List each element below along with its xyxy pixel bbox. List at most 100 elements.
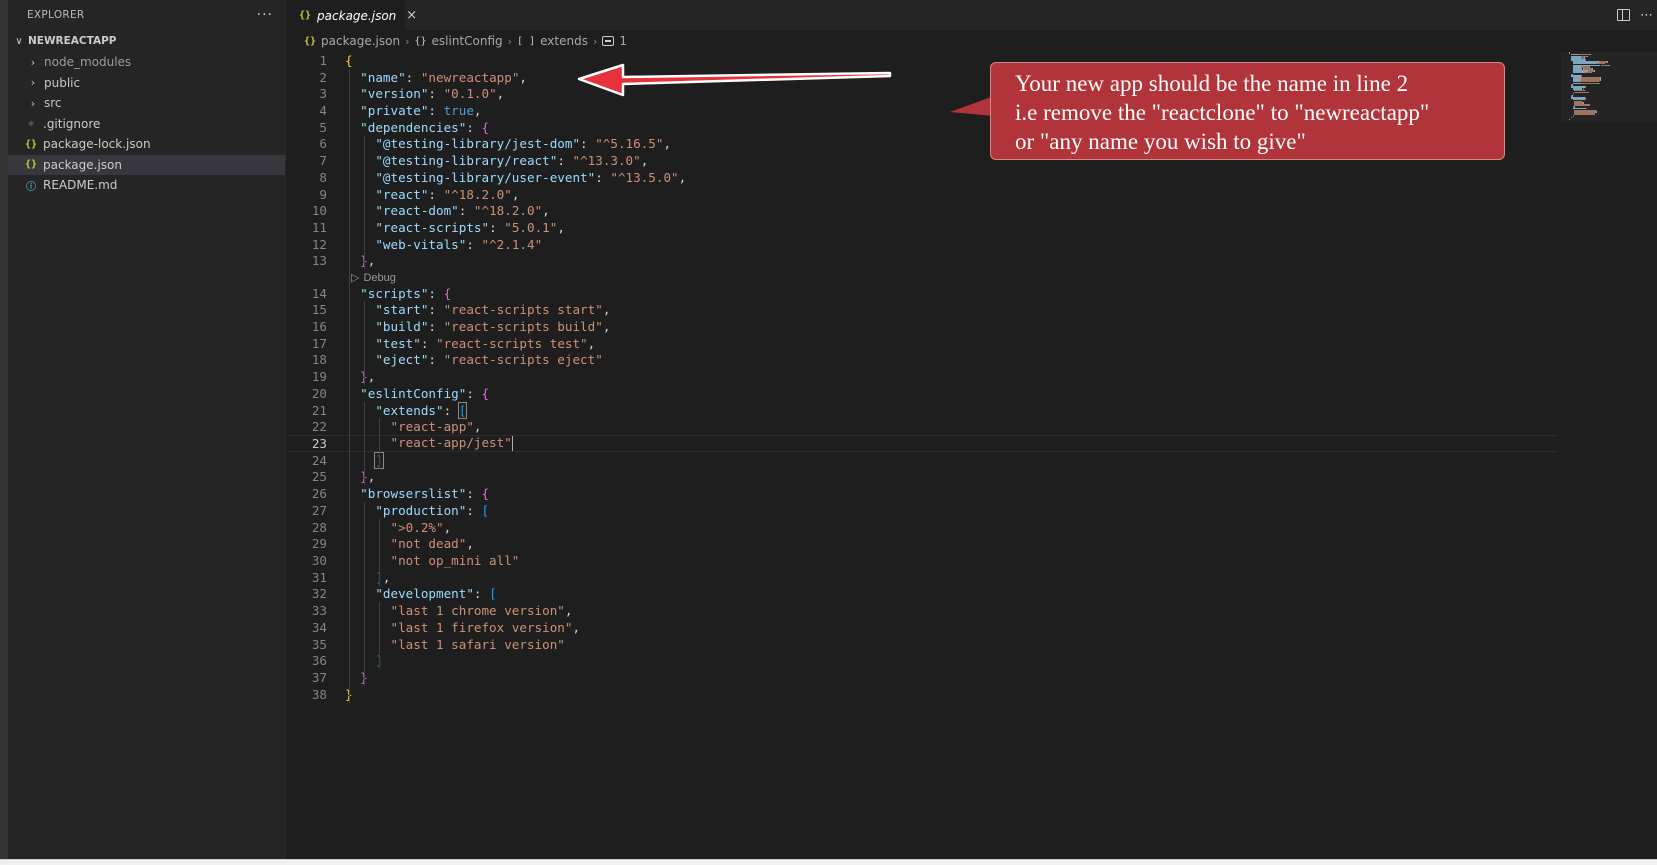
line-content: "development": [ <box>345 586 497 602</box>
code-token: : <box>466 486 482 502</box>
code-token: : <box>420 335 436 351</box>
line-content: "private": true, <box>345 103 481 119</box>
code-line[interactable]: 16 "build": "react-scripts build", <box>287 318 1557 335</box>
more-actions-icon[interactable]: ··· <box>257 8 273 22</box>
code-line[interactable]: 23 "react-app/jest" <box>287 435 1557 452</box>
line-content: "start": "react-scripts start", <box>345 302 610 317</box>
close-icon[interactable]: × <box>406 8 417 23</box>
code-token: , <box>511 186 520 202</box>
code-line[interactable]: 28 ">0.2%", <box>287 519 1557 536</box>
code-token: "browserslist" <box>345 486 467 502</box>
code-token: : <box>473 586 490 602</box>
tab-package-json[interactable]: {} package.json × <box>287 0 417 30</box>
play-icon: ▷ <box>351 272 360 285</box>
line-content: "react-dom": "^18.2.0", <box>345 203 549 219</box>
code-line[interactable]: 18 "eject": "react-scripts eject" <box>287 352 1557 369</box>
code-token: : <box>428 103 444 119</box>
code-token: , <box>602 302 611 318</box>
code-token: "@testing-library/react" <box>345 153 558 169</box>
code-line[interactable]: 29 "not dead", <box>287 535 1557 552</box>
debug-codelens[interactable]: ▷ Debug <box>351 270 396 285</box>
code-line[interactable]: 34 "last 1 firefox version", <box>287 619 1557 636</box>
code-line[interactable]: 17 "test": "react-scripts test", <box>287 335 1557 352</box>
code-token: , <box>473 419 482 435</box>
code-token: "@testing-library/user-event" <box>345 169 596 185</box>
line-content: "production": [ <box>345 503 489 518</box>
code-line[interactable]: 35 "last 1 safari version" <box>287 636 1557 653</box>
explorer-item-readme-md[interactable]: ⓘ README.md <box>8 175 285 196</box>
code-token: "last 1 chrome version" <box>345 603 565 619</box>
breadcrumb-index[interactable]: 1 <box>619 34 627 48</box>
indent-guide <box>379 602 380 670</box>
code-line[interactable]: 31 ], <box>287 569 1557 586</box>
code-line[interactable]: 21 "extends": [ <box>287 401 1557 419</box>
line-number: 26 <box>311 486 327 502</box>
code-line[interactable]: 8 "@testing-library/user-event": "^13.5.… <box>287 169 1557 186</box>
code-token: "dependencies" <box>345 119 467 135</box>
code-token: { <box>481 385 490 401</box>
explorer-item-package-lock-json[interactable]: {} package-lock.json <box>8 134 285 155</box>
code-token: "eslintConfig" <box>345 385 467 401</box>
more-actions-icon[interactable]: ⋯ <box>1640 8 1653 23</box>
line-content: "scripts": { <box>345 286 451 301</box>
code-token: : <box>428 352 444 368</box>
code-token: , <box>678 169 687 185</box>
code-token: [ <box>489 586 497 602</box>
explorer-item-src[interactable]: › src <box>8 93 285 114</box>
git-file-icon: ◆ <box>27 118 35 130</box>
code-line[interactable]: 37 } <box>287 669 1557 686</box>
explorer-item-node-modules[interactable]: › node_modules <box>8 52 285 73</box>
code-token: "react-scripts" <box>345 220 490 236</box>
breadcrumb-extends[interactable]: extends <box>540 34 588 48</box>
code-line[interactable]: 25 }, <box>287 469 1557 486</box>
line-number: 32 <box>311 586 327 602</box>
code-line[interactable]: 32 "development": [ <box>287 586 1557 603</box>
code-token: "^2.1.4" <box>481 236 543 252</box>
breadcrumb-file[interactable]: package.json <box>321 34 400 48</box>
line-number: 7 <box>319 153 327 169</box>
code-line[interactable]: 38} <box>287 686 1557 703</box>
workspace-folder-header[interactable]: ∨ NEWREACTAPP <box>8 30 285 52</box>
code-token: , <box>519 69 528 85</box>
code-token: "^18.2.0" <box>473 203 543 219</box>
explorer-sidebar: EXPLORER ··· ∨ NEWREACTAPP › node_modules… <box>8 0 286 859</box>
code-line[interactable]: 14 "scripts": { <box>287 285 1557 302</box>
line-content: "version": "0.1.0", <box>345 86 504 101</box>
code-line[interactable]: 24 ] <box>287 451 1557 469</box>
code-line[interactable]: 9 "react": "^18.2.0", <box>287 186 1557 203</box>
chevron-right-icon: › <box>405 34 410 48</box>
split-editor-icon[interactable] <box>1617 9 1630 21</box>
line-number: 21 <box>311 402 327 418</box>
code-token: : <box>458 203 474 219</box>
code-line[interactable]: 13 }, <box>287 253 1557 270</box>
code-token: , <box>663 136 672 152</box>
code-line[interactable]: 30 "not op_mini all" <box>287 552 1557 569</box>
breadcrumb-eslintconfig[interactable]: eslintConfig <box>432 34 503 48</box>
code-line[interactable]: 20 "eslintConfig": { <box>287 385 1557 402</box>
explorer-item-package-json[interactable]: {} package.json <box>8 154 285 175</box>
code-line[interactable]: 12 "web-vitals": "^2.1.4" <box>287 236 1557 253</box>
code-line[interactable]: 27 "production": [ <box>287 502 1557 519</box>
code-line[interactable]: 10 "react-dom": "^18.2.0", <box>287 202 1557 219</box>
code-token: : <box>489 220 505 236</box>
code-line[interactable]: 11 "react-scripts": "5.0.1", <box>287 219 1557 236</box>
indent-guide <box>349 68 350 703</box>
code-line[interactable]: 15 "start": "react-scripts start", <box>287 301 1557 318</box>
minimap-slider[interactable] <box>1561 52 1657 122</box>
indent-guide <box>364 135 365 270</box>
line-number: 11 <box>311 220 327 236</box>
code-line[interactable]: 33 "last 1 chrome version", <box>287 602 1557 619</box>
explorer-item-public[interactable]: › public <box>8 73 285 94</box>
code-token: : <box>428 86 444 102</box>
code-line[interactable]: 19 }, <box>287 368 1557 385</box>
explorer-item-gitignore[interactable]: ◆ .gitignore <box>8 114 285 135</box>
code-line[interactable]: 26 "browserslist": { <box>287 485 1557 502</box>
code-token: "start" <box>345 302 429 318</box>
string-value-icon <box>602 36 615 46</box>
code-line[interactable]: 36 ] <box>287 653 1557 670</box>
code-token: "5.0.1" <box>504 220 558 236</box>
line-content: "react-scripts": "5.0.1", <box>345 220 565 235</box>
code-token: , <box>382 569 391 585</box>
code-line[interactable]: 22 "react-app", <box>287 418 1557 435</box>
code-editor[interactable]: 1 {2 "name": "newreactapp", 3 "version": "… <box>287 52 1557 859</box>
